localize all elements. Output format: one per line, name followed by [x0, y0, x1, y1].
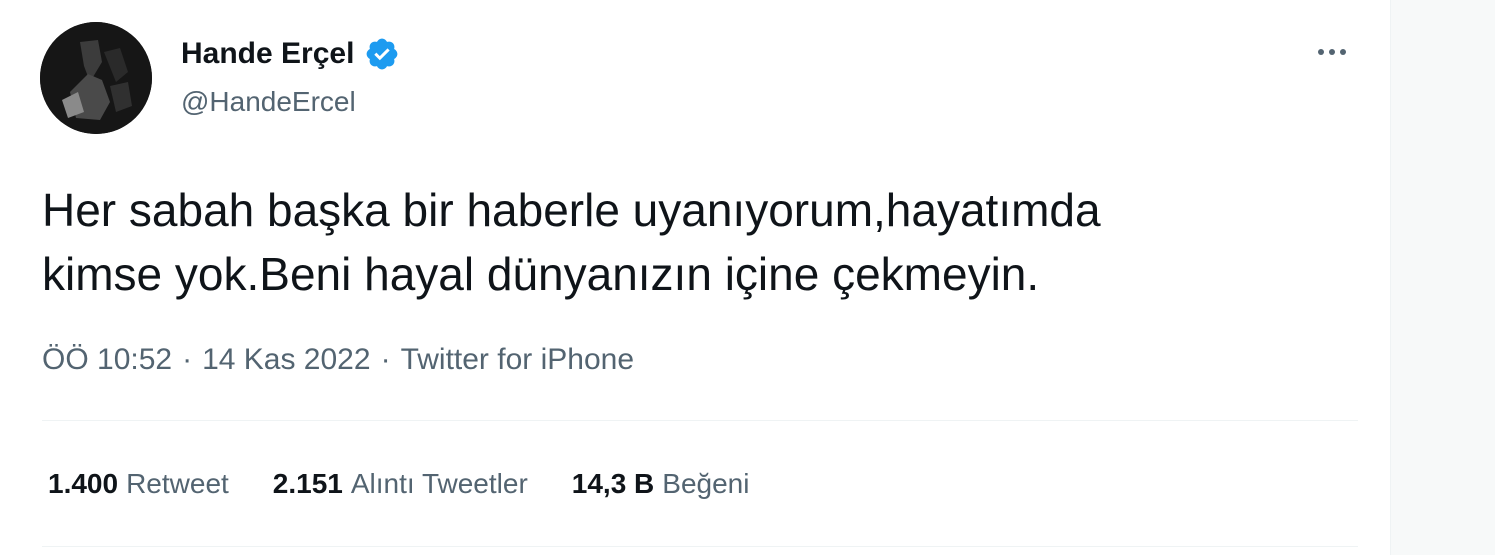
author-name-row: Hande Erçel — [181, 36, 400, 72]
likes-count: 14,3 B — [571, 468, 655, 499]
likes-stat[interactable]: 14,3 B Beğeni — [572, 464, 750, 504]
tweet-source[interactable]: Twitter for iPhone — [401, 340, 634, 380]
likes-label: Beğeni — [662, 468, 750, 499]
more-dot-icon — [1329, 49, 1335, 55]
quotes-count: 2.151 — [272, 468, 343, 499]
meta-separator: · — [380, 343, 391, 376]
tweet-metadata: ÖÖ 10:52 · 14 Kas 2022 · Twitter for iPh… — [42, 340, 634, 380]
more-options-button[interactable] — [1308, 34, 1356, 70]
more-dot-icon — [1340, 49, 1346, 55]
tweet-text: Her sabah başka bir haberle uyanıyorum,h… — [42, 184, 1101, 300]
divider — [42, 420, 1358, 421]
more-dot-icon — [1318, 49, 1324, 55]
retweets-label: Retweet — [126, 468, 229, 499]
retweets-stat[interactable]: 1.400 Retweet — [48, 464, 229, 504]
tweet-date[interactable]: 14 Kas 2022 — [202, 340, 370, 380]
verified-badge-icon — [364, 36, 400, 72]
tweet-time[interactable]: ÖÖ 10:52 — [42, 340, 172, 380]
avatar-image — [40, 22, 152, 134]
tweet-stats: 1.400 Retweet 2.151 Alıntı Tweetler 14,3… — [48, 464, 749, 504]
quotes-label: Alıntı Tweetler — [350, 468, 528, 499]
tweet-card: Hande Erçel @HandeErcel Her sabah başka … — [0, 0, 1391, 555]
retweets-count: 1.400 — [48, 468, 119, 499]
meta-separator: · — [182, 343, 193, 376]
author-display-name[interactable]: Hande Erçel — [181, 36, 354, 72]
right-column — [1391, 0, 1495, 555]
avatar[interactable] — [40, 22, 152, 134]
quotes-stat[interactable]: 2.151 Alıntı Tweetler — [273, 464, 528, 504]
divider — [42, 546, 1358, 547]
author-handle[interactable]: @HandeErcel — [181, 84, 356, 120]
